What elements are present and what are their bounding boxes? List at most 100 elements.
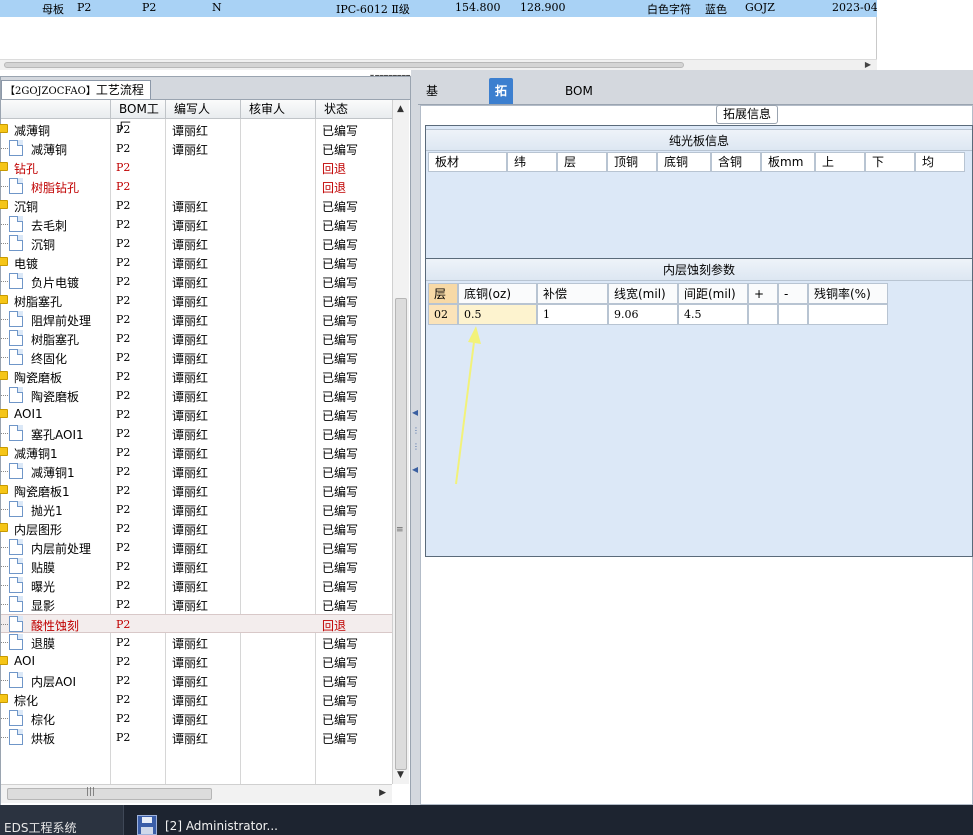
tree-row[interactable]: 曝光 P2 谭丽红 已编写	[1, 576, 392, 595]
tree-row[interactable]: 减薄铜1 P2 谭丽红 已编写	[0, 443, 392, 462]
tree-horizontal-scrollbar[interactable]: ||| ▶	[1, 784, 392, 803]
pure-board-column[interactable]: 纬	[507, 152, 557, 172]
column-author[interactable]: 编写人	[165, 100, 241, 119]
pure-board-column[interactable]: 板材	[428, 152, 507, 172]
pure-board-column[interactable]: 顶铜	[607, 152, 657, 172]
tree-vertical-scrollbar[interactable]: ▲ ≡ ▼	[392, 100, 409, 784]
tree-hscroll-thumb[interactable]	[7, 788, 212, 800]
top-horizontal-scrollbar[interactable]: ▶	[0, 59, 877, 70]
tree-row[interactable]: 负片电镀 P2 谭丽红 已编写	[1, 272, 392, 291]
etch-value-cell[interactable]: 4.5	[678, 304, 748, 325]
tree-connector	[1, 243, 8, 244]
tree-row[interactable]: 陶瓷磨板 P2 谭丽红 已编写	[0, 367, 392, 386]
status-text: 已编写	[322, 523, 359, 537]
status-text: 已编写	[322, 675, 359, 689]
tree-row[interactable]: 塞孔AOI1 P2 谭丽红 已编写	[1, 424, 392, 443]
etch-column-header[interactable]: 补偿	[537, 283, 608, 304]
tree-row[interactable]: 减薄铜 P2 谭丽红 已编写	[0, 120, 392, 139]
bom-factory: P2	[116, 237, 131, 250]
etch-column-header[interactable]: 层	[428, 283, 458, 304]
etch-value-cell[interactable]	[748, 304, 778, 325]
pure-board-column[interactable]: 下	[865, 152, 915, 172]
tree-row[interactable]: 退膜 P2 谭丽红 已编写	[1, 633, 392, 652]
pure-board-column[interactable]: 上	[815, 152, 865, 172]
process-name: 内层AOI	[31, 675, 76, 689]
tree-row[interactable]: 显影 P2 谭丽红 已编写	[1, 595, 392, 614]
process-name: 陶瓷磨板	[31, 390, 80, 404]
bom-factory: P2	[116, 618, 131, 631]
pure-board-column[interactable]: 均	[915, 152, 965, 172]
tab-extended-info[interactable]: 拓展信息	[489, 78, 514, 176]
tree-row[interactable]: 酸性蚀刻 P2 回退	[1, 614, 392, 633]
tree-row[interactable]: 减薄铜 P2 谭丽红 已编写	[1, 139, 392, 158]
tree-row[interactable]: AOI1 P2 谭丽红 已编写	[0, 405, 392, 424]
process-name: 负片电镀	[31, 276, 80, 290]
tree-row[interactable]: 树脂塞孔 P2 谭丽红 已编写	[0, 291, 392, 310]
process-flow-tab[interactable]: 【2GOJZOCFAO】工艺流程	[1, 80, 151, 99]
taskbar-app-button[interactable]: EDS工程系统	[0, 805, 124, 835]
tree-row[interactable]: 陶瓷磨板1 P2 谭丽红 已编写	[0, 481, 392, 500]
scroll-right-icon[interactable]: ▶	[379, 788, 386, 798]
tree-row[interactable]: 抛光1 P2 谭丽红 已编写	[1, 500, 392, 519]
pure-board-column[interactable]: 底铜	[657, 152, 711, 172]
top-cell-n: N	[212, 1, 222, 14]
column-reviewer[interactable]: 核审人	[240, 100, 316, 119]
folder-icon	[0, 162, 8, 171]
tree-row[interactable]: 减薄铜1 P2 谭丽红 已编写	[1, 462, 392, 481]
tree-row[interactable]: 去毛刺 P2 谭丽红 已编写	[1, 215, 392, 234]
tree-row[interactable]: 棕化 P2 谭丽红 已编写	[0, 690, 392, 709]
document-icon	[9, 273, 23, 289]
etch-value-cell[interactable]	[778, 304, 808, 325]
vertical-splitter[interactable]: ◀ ⋮ ⋮ ◀	[411, 70, 420, 805]
top-grid-selected-row[interactable]: 母板 P2 P2 N IPC-6012 Ⅱ级 154.800 128.900 白…	[0, 0, 881, 17]
tree-row[interactable]: 电镀 P2 谭丽红 已编写	[0, 253, 392, 272]
tab-basic-info[interactable]: 基本信息	[420, 80, 444, 164]
pure-board-column[interactable]: 层	[557, 152, 607, 172]
top-scroll-thumb[interactable]	[4, 62, 684, 68]
bom-factory: P2	[116, 503, 131, 516]
tree-row[interactable]: 终固化 P2 谭丽红 已编写	[1, 348, 392, 367]
tree-row[interactable]: 烘板 P2 谭丽红 已编写	[1, 728, 392, 747]
author-name: 谭丽红	[172, 143, 209, 157]
tree-row[interactable]: 陶瓷磨板 P2 谭丽红 已编写	[1, 386, 392, 405]
document-icon	[9, 710, 23, 726]
tree-row[interactable]: 内层AOI P2 谭丽红 已编写	[1, 671, 392, 690]
tree-row[interactable]: 贴膜 P2 谭丽红 已编写	[1, 557, 392, 576]
etch-value-cell[interactable]	[808, 304, 888, 325]
tree-row[interactable]: 棕化 P2 谭丽红 已编写	[1, 709, 392, 728]
pure-board-column[interactable]: 板mm	[761, 152, 815, 172]
tree-connector	[1, 395, 8, 396]
column-status[interactable]: 状态	[315, 100, 392, 119]
tree-row[interactable]: AOI P2 谭丽红 已编写	[0, 652, 392, 671]
tree-connector	[1, 357, 8, 358]
etch-column-header[interactable]: 残铜率(%)	[808, 283, 888, 304]
etch-column-header[interactable]: 间距(mil)	[678, 283, 748, 304]
bom-factory: P2	[116, 142, 131, 155]
etch-value-cell[interactable]: 1	[537, 304, 608, 325]
process-name: 终固化	[31, 352, 68, 366]
scroll-down-icon[interactable]: ▼	[397, 770, 404, 780]
etch-column-header[interactable]: +	[748, 283, 778, 304]
tree-row[interactable]: 树脂钻孔 P2 回退	[1, 177, 392, 196]
etch-column-header[interactable]: -	[778, 283, 808, 304]
scroll-right-icon[interactable]: ▶	[865, 60, 871, 69]
status-text: 已编写	[322, 371, 359, 385]
process-name: 烘板	[31, 732, 56, 746]
tree-row[interactable]: 树脂塞孔 P2 谭丽红 已编写	[1, 329, 392, 348]
tree-row[interactable]: 阻焊前处理 P2 谭丽红 已编写	[1, 310, 392, 329]
tab-bom[interactable]: BOM	[559, 80, 599, 104]
tree-row[interactable]: 钻孔 P2 回退	[0, 158, 392, 177]
tree-row[interactable]: 沉铜 P2 谭丽红 已编写	[0, 196, 392, 215]
etch-column-header[interactable]: 线宽(mil)	[608, 283, 678, 304]
tree-row[interactable]: 沉铜 P2 谭丽红 已编写	[1, 234, 392, 253]
column-bom-factory[interactable]: BOM工厂	[110, 100, 166, 134]
author-name: 谭丽红	[172, 200, 209, 214]
tree-row[interactable]: 内层图形 P2 谭丽红 已编写	[0, 519, 392, 538]
etch-column-header[interactable]: 底铜(oz)	[458, 283, 537, 304]
top-cell-p2b: P2	[142, 1, 157, 14]
pure-board-column[interactable]: 含铜	[711, 152, 761, 172]
etch-value-cell[interactable]: 9.06	[608, 304, 678, 325]
scroll-up-icon[interactable]: ▲	[397, 104, 404, 114]
tree-connector	[1, 509, 8, 510]
tree-row[interactable]: 内层前处理 P2 谭丽红 已编写	[1, 538, 392, 557]
